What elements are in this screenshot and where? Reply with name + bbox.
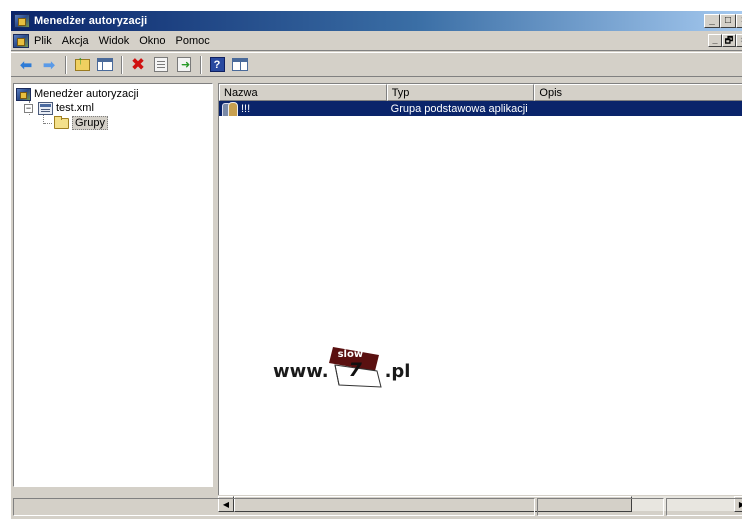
menu-bar: Plik Akcja Widok Okno Pomoc _ 🗗 × bbox=[11, 31, 742, 51]
forward-icon: ➡ bbox=[42, 56, 56, 74]
column-header-type[interactable]: Typ bbox=[386, 84, 535, 101]
minimize-button[interactable]: _ bbox=[704, 14, 720, 28]
delete-button[interactable]: ✖ bbox=[127, 55, 149, 75]
column-headers: Nazwa Typ Opis bbox=[219, 84, 742, 101]
menu-pomoc[interactable]: Pomoc bbox=[171, 35, 215, 47]
menu-widok[interactable]: Widok bbox=[94, 35, 135, 47]
delete-icon: ✖ bbox=[130, 55, 146, 74]
menu-plik[interactable]: Plik bbox=[34, 35, 57, 47]
up-one-level-button[interactable] bbox=[71, 55, 93, 75]
cell-name: !!! bbox=[219, 101, 387, 116]
back-button[interactable]: ⬅ bbox=[15, 55, 37, 75]
tree-node-root[interactable]: Menedżer autoryzacji bbox=[16, 87, 139, 101]
toolbar-separator bbox=[121, 55, 123, 74]
show-hide-tree-button[interactable] bbox=[94, 55, 116, 75]
status-bar bbox=[11, 496, 742, 518]
column-header-description[interactable]: Opis bbox=[534, 84, 742, 101]
menu-akcja[interactable]: Akcja bbox=[57, 35, 94, 47]
status-panel bbox=[13, 498, 535, 516]
tree-pane[interactable]: Menedżer autoryzacji − test.xml Grupy bbox=[13, 83, 213, 487]
maximize-button[interactable]: □ bbox=[720, 14, 736, 28]
tree-root-label: Menedżer autoryzacji bbox=[34, 88, 139, 100]
show-hide-tree-icon bbox=[97, 58, 113, 71]
collapse-icon[interactable]: − bbox=[24, 103, 33, 113]
mmc-window: Menedżer autoryzacji _ □ × Plik Akcja Wi… bbox=[10, 10, 742, 519]
tree-store-label: test.xml bbox=[56, 102, 94, 114]
forward-button[interactable]: ➡ bbox=[38, 55, 60, 75]
child-restore-button[interactable]: 🗗 bbox=[722, 34, 736, 47]
title-bar[interactable]: Menedżer autoryzacji _ □ × bbox=[11, 11, 742, 31]
close-button[interactable]: × bbox=[736, 14, 742, 28]
authorization-manager-icon bbox=[16, 87, 31, 101]
tree-node-store[interactable]: − test.xml bbox=[24, 101, 94, 115]
watermark-number: 7 bbox=[348, 359, 362, 381]
list-row[interactable]: !!! Grupa podstawowa aplikacji bbox=[219, 101, 742, 116]
properties-button[interactable] bbox=[150, 55, 172, 75]
mmc-view-icon bbox=[232, 58, 248, 71]
export-list-button[interactable] bbox=[173, 55, 195, 75]
application-group-icon bbox=[221, 101, 238, 116]
column-header-name[interactable]: Nazwa bbox=[219, 84, 387, 101]
toolbar-separator bbox=[65, 55, 67, 74]
child-minimize-button[interactable]: _ bbox=[708, 34, 722, 47]
help-icon: ? bbox=[209, 57, 225, 72]
toolbar-separator bbox=[200, 55, 202, 74]
status-panel bbox=[536, 498, 665, 516]
mmc-view-button[interactable] bbox=[229, 55, 251, 75]
cell-type: Grupa podstawowa aplikacji bbox=[390, 102, 528, 115]
window-title: Menedżer autoryzacji bbox=[34, 15, 148, 27]
tree-node-groups[interactable]: Grupy bbox=[54, 115, 108, 130]
up-one-level-icon bbox=[74, 55, 90, 71]
watermark: www. slow 7 .pl bbox=[273, 338, 433, 390]
watermark-prefix: www. bbox=[273, 360, 329, 382]
result-list[interactable]: Nazwa Typ Opis !!! Grupa podstawowa apli… bbox=[218, 83, 742, 503]
toolbar: ⬅ ➡ ✖ ? bbox=[11, 52, 742, 77]
authorization-manager-icon bbox=[14, 14, 30, 28]
console-icon[interactable] bbox=[13, 33, 29, 48]
help-button[interactable]: ? bbox=[206, 55, 228, 75]
tree-connector bbox=[44, 123, 52, 124]
watermark-suffix: .pl bbox=[384, 360, 411, 382]
properties-icon bbox=[154, 57, 168, 72]
console-content: Menedżer autoryzacji − test.xml Grupy Na… bbox=[11, 81, 742, 512]
title-buttons: _ □ × bbox=[704, 14, 742, 28]
tree-groups-label: Grupy bbox=[72, 116, 108, 130]
child-window-buttons: _ 🗗 × bbox=[708, 34, 742, 47]
back-icon: ⬅ bbox=[19, 56, 33, 74]
group-name: !!! bbox=[241, 102, 251, 115]
folder-icon bbox=[54, 115, 69, 129]
child-close-button[interactable]: × bbox=[736, 34, 742, 47]
watermark-logo: slow 7 bbox=[328, 339, 385, 389]
export-list-icon bbox=[177, 57, 191, 72]
authorization-store-icon bbox=[38, 101, 53, 115]
menu-okno[interactable]: Okno bbox=[134, 35, 170, 47]
status-panel bbox=[666, 498, 742, 516]
